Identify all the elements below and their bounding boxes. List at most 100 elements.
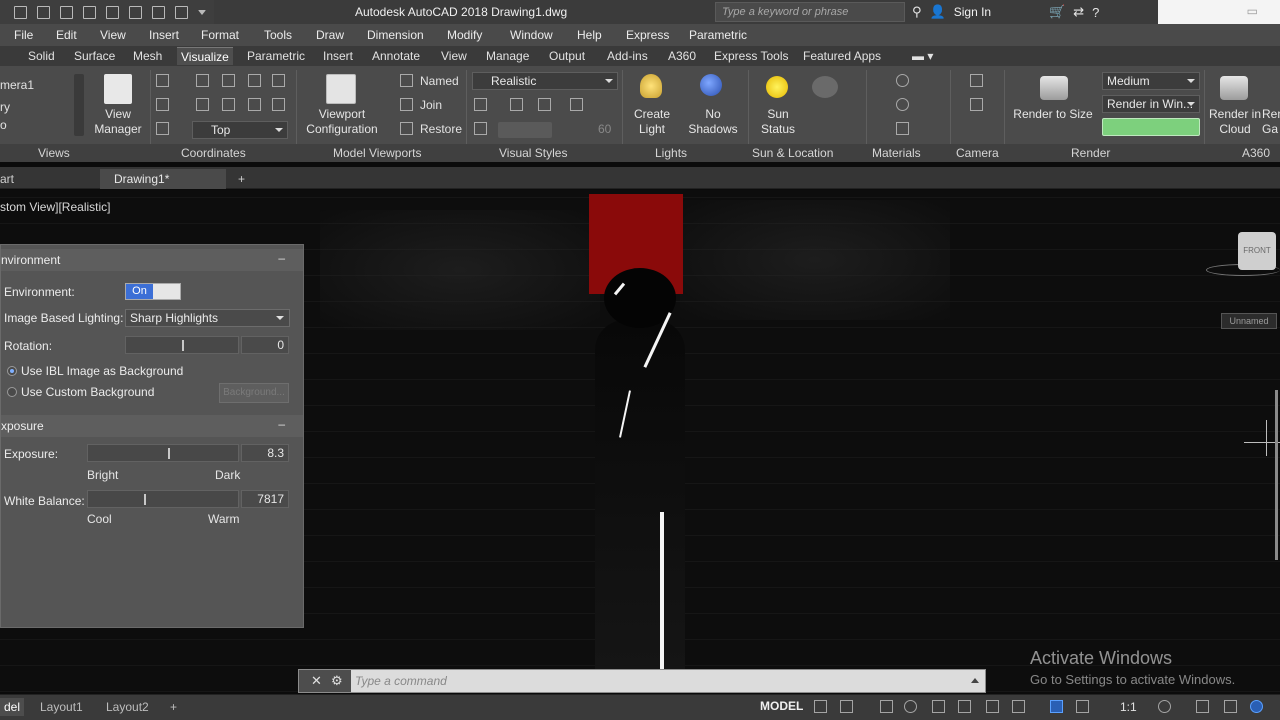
annotation-scale[interactable]: 1:1 (1120, 700, 1137, 714)
menu-view[interactable]: View (100, 28, 126, 42)
render-to-size-button[interactable]: Render to Size (1010, 107, 1096, 122)
ucs-object-icon[interactable] (222, 98, 235, 111)
qat-dropdown-icon[interactable] (198, 9, 206, 15)
menu-edit[interactable]: Edit (56, 28, 77, 42)
ibl-dropdown[interactable]: Sharp Highlights (125, 309, 290, 327)
tab-visualize[interactable]: Visualize (177, 47, 233, 65)
snap-icon[interactable] (840, 700, 853, 713)
menu-dimension[interactable]: Dimension (367, 28, 424, 42)
tab-mesh[interactable]: Mesh (133, 49, 162, 63)
lineweight-icon[interactable] (1012, 700, 1025, 713)
layout2-tab[interactable]: Layout2 (106, 698, 149, 716)
binoculars-icon[interactable]: ⚲ (912, 4, 922, 20)
rotation-value[interactable]: 0 (241, 336, 289, 354)
render-gallery-button[interactable]: Ren Ga (1262, 107, 1280, 137)
ucs-menu-button[interactable]: Unnamed (1221, 313, 1277, 329)
command-history-icon[interactable] (971, 678, 979, 683)
save-as-icon[interactable] (83, 5, 96, 19)
ucs-face-icon[interactable] (248, 98, 261, 111)
visual-style-dropdown[interactable]: Realistic (472, 72, 618, 90)
create-light-button[interactable]: Create Light (626, 107, 678, 137)
exposure-section-header[interactable]: xposure – (1, 415, 303, 437)
share-icon[interactable] (175, 5, 188, 19)
ucs-3point-icon[interactable] (196, 98, 209, 111)
view-item-1[interactable]: mera1 (0, 78, 34, 92)
tab-output[interactable]: Output (549, 49, 585, 63)
ucs-icon[interactable] (156, 74, 169, 87)
help-search-input[interactable] (722, 6, 897, 18)
opacity-slider[interactable] (498, 122, 552, 138)
menu-help[interactable]: Help (577, 28, 602, 42)
tab-a360[interactable]: A360 (668, 49, 696, 63)
tab-manage[interactable]: Manage (486, 49, 529, 63)
close-icon[interactable]: ✕ (311, 673, 322, 689)
viewport-controls-label[interactable]: stom View][Realistic] (0, 200, 110, 214)
panel-title-render[interactable]: Render (1071, 146, 1110, 160)
polar-icon[interactable] (904, 700, 917, 713)
tab-annotate[interactable]: Annotate (372, 49, 420, 63)
menu-parametric[interactable]: Parametric (689, 28, 747, 42)
annotation-monitor-icon[interactable] (1196, 700, 1209, 713)
view-item-2[interactable]: ry (0, 100, 10, 114)
restore-viewports-button[interactable]: Restore (420, 122, 462, 136)
panel-title-camera[interactable]: Camera (956, 146, 999, 160)
color-icon[interactable] (538, 98, 551, 111)
panel-title-a360[interactable]: A360 (1242, 146, 1270, 160)
view-item-3[interactable]: o (0, 118, 7, 132)
workspace-gear-icon[interactable] (1158, 700, 1171, 713)
tab-surface[interactable]: Surface (74, 49, 115, 63)
render-quality-dropdown[interactable]: Medium (1102, 72, 1200, 90)
named-viewports-button[interactable]: Named (420, 74, 459, 88)
restore-window-icon[interactable]: ▭ (1247, 4, 1258, 18)
user-icon[interactable]: 👤 (930, 4, 946, 20)
ucs-previous-icon[interactable] (156, 122, 169, 135)
object-snap-tracking-icon[interactable] (958, 700, 971, 713)
render-presets-bar[interactable] (1102, 118, 1200, 136)
view-manager-button[interactable]: View Manager (88, 107, 148, 137)
ucs-z-icon[interactable] (272, 74, 285, 87)
tab-solid[interactable]: Solid (28, 49, 55, 63)
xray-icon[interactable] (570, 98, 583, 111)
no-shadows-button[interactable]: No Shadows (686, 107, 740, 137)
model-layout-tab[interactable]: del (0, 698, 25, 716)
environment-section-header[interactable]: nvironment – (1, 249, 303, 271)
tab-parametric[interactable]: Parametric (247, 49, 305, 63)
print-icon[interactable] (106, 5, 119, 19)
undo-icon[interactable] (129, 5, 142, 19)
menu-draw[interactable]: Draw (316, 28, 344, 42)
render-target-dropdown[interactable]: Render in Win... (1102, 95, 1200, 113)
environment-toggle[interactable]: On (125, 283, 181, 300)
tab-add-ins[interactable]: Add-ins (607, 49, 648, 63)
tab-express-tools[interactable]: Express Tools (714, 49, 788, 63)
join-viewports-button[interactable]: Join (420, 98, 442, 112)
tab-view[interactable]: View (441, 49, 467, 63)
ribbon-options-icon[interactable]: ▬ ▾ (912, 49, 933, 63)
use-ibl-background-label[interactable]: Use IBL Image as Background (21, 364, 183, 378)
navigation-bar[interactable] (1275, 390, 1278, 560)
exposure-value[interactable]: 8.3 (241, 444, 289, 462)
hardware-acceleration-icon[interactable] (1250, 700, 1263, 713)
ucs-origin-icon[interactable] (156, 98, 169, 111)
object-snap-icon[interactable] (986, 700, 999, 713)
menu-express[interactable]: Express (626, 28, 669, 42)
annotation-visibility-icon[interactable] (1050, 700, 1063, 713)
isolate-objects-icon[interactable] (1224, 700, 1237, 713)
new-tab-button[interactable]: + (238, 169, 245, 189)
join-viewports-icon[interactable] (400, 98, 413, 111)
materials-texture-icon[interactable] (896, 122, 909, 135)
collapse-icon[interactable]: – (278, 417, 285, 431)
render-in-cloud-button[interactable]: Render in Cloud (1206, 107, 1264, 137)
redo-icon[interactable] (152, 5, 165, 19)
rotation-slider-thumb[interactable] (182, 340, 184, 351)
named-viewports-icon[interactable] (400, 74, 413, 87)
connect-icon[interactable]: ⇄ (1073, 4, 1084, 20)
menu-window[interactable]: Window (510, 28, 553, 42)
command-input[interactable] (355, 672, 955, 690)
opacity-icon[interactable] (474, 122, 487, 135)
viewport-configuration-button[interactable]: Viewport Configuration (300, 107, 384, 137)
white-balance-value[interactable]: 7817 (241, 490, 289, 508)
menu-insert[interactable]: Insert (149, 28, 179, 42)
sign-in-link[interactable]: Sign In (954, 5, 991, 19)
model-space-button[interactable]: MODEL (760, 699, 803, 713)
help-icon[interactable]: ? (1092, 5, 1099, 20)
